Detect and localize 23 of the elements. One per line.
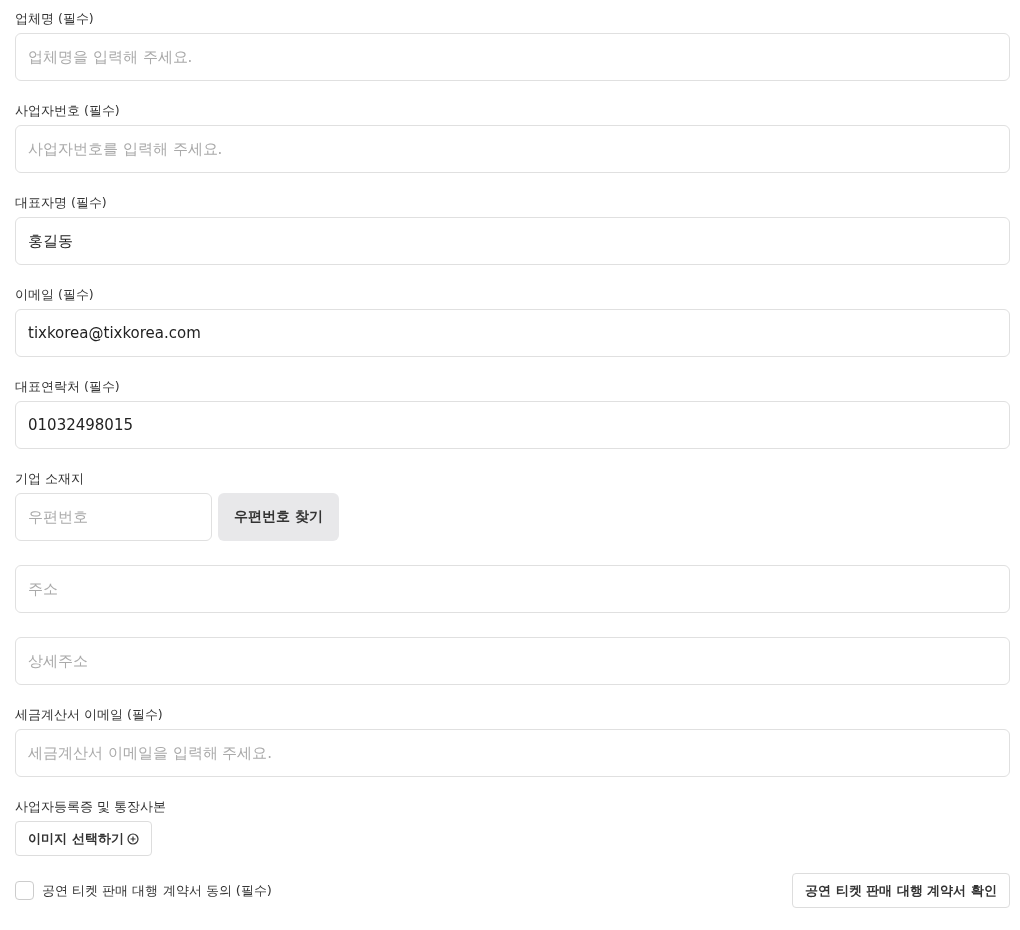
input-field[interactable]: 세금계산서 이메일을 입력해 주세요. [15,729,1010,777]
input-field[interactable]: 01032498015 [15,401,1010,449]
field-label: 대표자명 (필수) [15,195,107,211]
find-zip-button[interactable]: 우편번호 찾기 [218,493,339,541]
input-field[interactable]: 사업자번호를 입력해 주세요. [15,125,1010,173]
input-field[interactable]: tixkorea@tixkorea.com [15,309,1010,357]
field-label: 업체명 (필수) [15,11,94,27]
field-label: 이메일 (필수) [15,287,94,303]
field-label: 기업 소재지 [15,471,84,487]
plus-circle-icon [126,832,139,845]
field-label: 대표연락처 (필수) [15,379,120,395]
checkbox-label: 공연 티켓 판매 대행 계약서 동의 (필수) [42,881,272,900]
field-label: 사업자등록증 및 통장사본 [15,799,166,815]
checkbox[interactable] [15,881,34,900]
field-label: 세금계산서 이메일 (필수) [15,707,163,723]
field-label: 사업자번호 (필수) [15,103,120,119]
address-field[interactable]: 주소 [15,565,1010,613]
detail-address-field[interactable]: 상세주소 [15,637,1010,685]
input-field[interactable]: 홍길동 [15,217,1010,265]
contract-view-button[interactable]: 공연 티켓 판매 대행 계약서 확인 [792,873,1010,908]
input-field[interactable]: 업체명을 입력해 주세요. [15,33,1010,81]
image-select-button[interactable]: 이미지 선택하기 [15,821,152,856]
zip-code-field[interactable]: 우편번호 [15,493,212,541]
